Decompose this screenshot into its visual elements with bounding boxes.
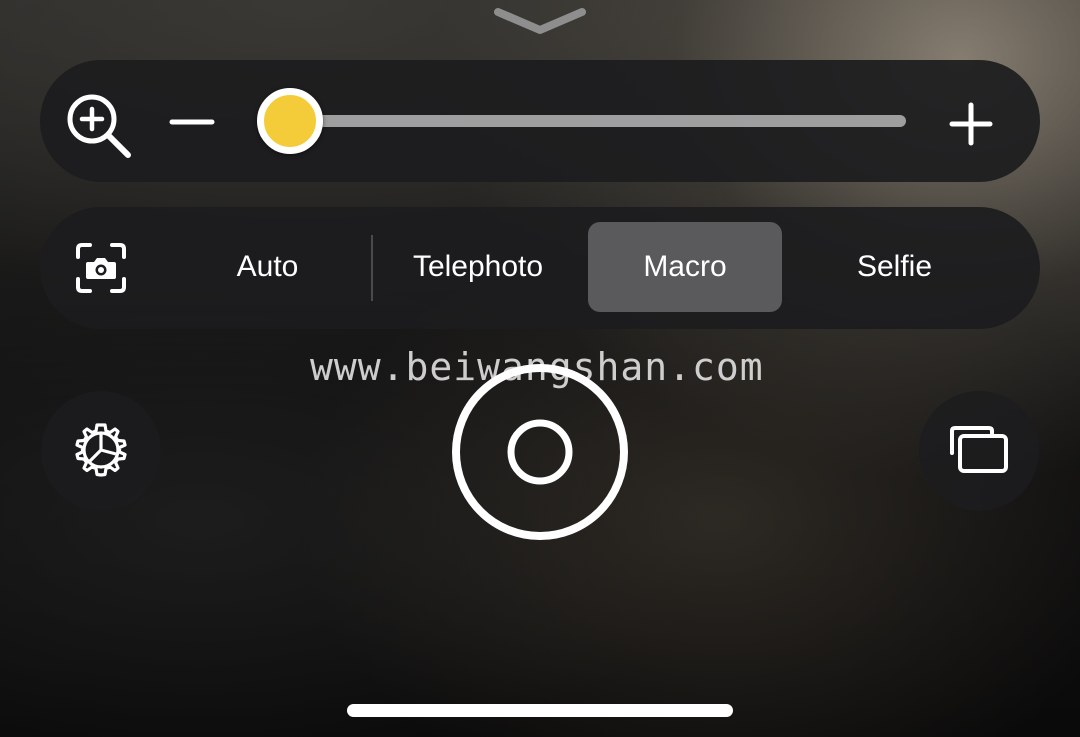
mode-tab-auto[interactable]: Auto xyxy=(165,222,370,312)
mode-tab-selfie[interactable]: Selfie xyxy=(792,222,997,312)
zoom-slider-thumb[interactable] xyxy=(257,88,323,154)
settings-button[interactable] xyxy=(41,391,161,511)
zoom-slider[interactable] xyxy=(257,88,906,154)
gallery-button[interactable] xyxy=(919,391,1039,511)
plus-icon[interactable] xyxy=(948,101,994,147)
camera-frame-icon[interactable] xyxy=(74,241,128,295)
home-indicator[interactable] xyxy=(347,704,733,717)
shutter-button[interactable] xyxy=(450,362,630,542)
mode-divider xyxy=(371,235,373,301)
gear-icon xyxy=(75,423,127,477)
gallery-icon xyxy=(950,426,1008,473)
minus-icon[interactable] xyxy=(168,118,216,126)
mode-tab-macro[interactable]: Macro xyxy=(588,222,782,312)
camera-screen: Auto Telephoto Macro Selfie www.beiwangs… xyxy=(0,0,1080,737)
zoom-in-icon xyxy=(67,94,131,158)
mode-tab-telephoto[interactable]: Telephoto xyxy=(378,222,578,312)
chevron-down-icon[interactable] xyxy=(490,2,590,38)
